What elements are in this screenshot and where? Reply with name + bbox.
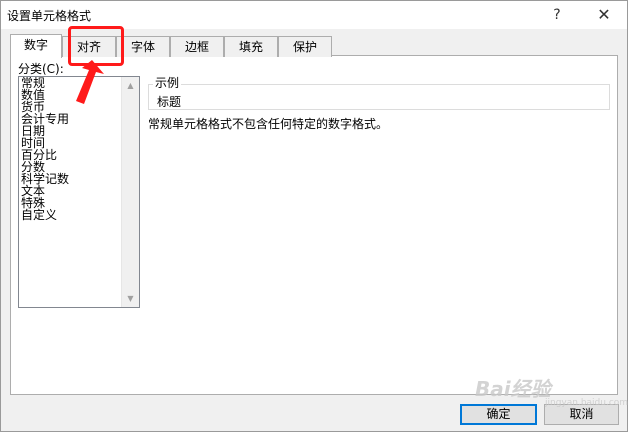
annotation-arrow-icon [76,60,104,104]
watermark-url: jingyan.baidu.com [545,398,628,408]
tab-number[interactable]: 数字 [10,34,62,58]
watermark-logo: Bai经验 [475,377,551,401]
